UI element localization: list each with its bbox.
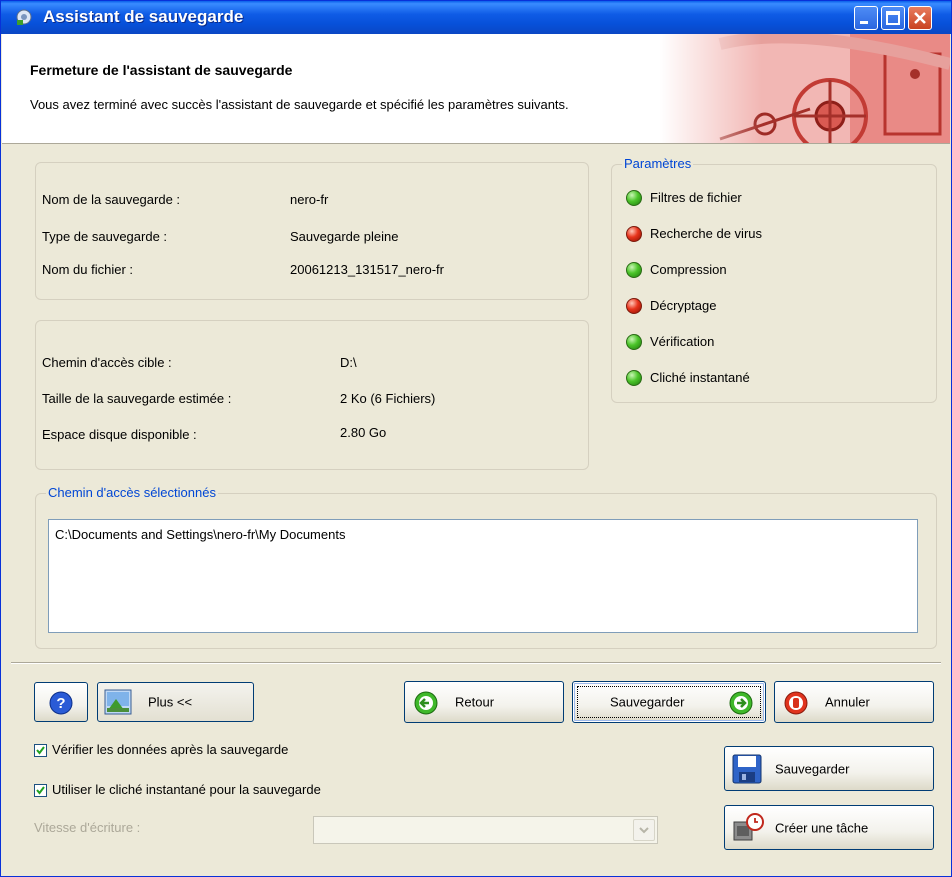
more-button[interactable]: Plus << xyxy=(97,682,254,722)
selected-path-item[interactable]: C:\Documents and Settings\nero-fr\My Doc… xyxy=(55,527,345,542)
close-icon xyxy=(914,12,926,24)
window-title: Assistant de sauvegarde xyxy=(43,7,244,26)
backup-type-value: Sauvegarde pleine xyxy=(290,229,399,244)
create-task-label: Créer une tâche xyxy=(775,820,869,835)
help-icon: ? xyxy=(49,691,73,715)
parameters-legend: Paramètres xyxy=(622,156,694,171)
target-path-value: D:\ xyxy=(340,355,357,370)
param-label: Filtres de fichier xyxy=(650,190,742,205)
page-title: Fermeture de l'assistant de sauvegarde xyxy=(30,62,293,78)
verify-checkbox-label[interactable]: Vérifier les données après la sauvegarde xyxy=(52,742,288,757)
snapshot-checkbox[interactable] xyxy=(34,784,47,797)
param-label: Recherche de virus xyxy=(650,226,762,241)
app-icon xyxy=(16,9,32,25)
param-label: Décryptage xyxy=(650,298,717,313)
svg-text:?: ? xyxy=(56,695,65,712)
create-task-button[interactable]: Créer une tâche xyxy=(724,805,934,850)
verify-checkbox[interactable] xyxy=(34,744,47,757)
backup-name-label: Nom de la sauvegarde : xyxy=(42,192,181,207)
checkmark-icon xyxy=(36,786,45,795)
cancel-button-label: Annuler xyxy=(825,694,870,710)
status-green-icon xyxy=(626,262,642,278)
status-red-icon xyxy=(626,226,642,242)
footer-separator xyxy=(11,662,941,664)
write-speed-select[interactable] xyxy=(313,816,658,844)
maximize-icon xyxy=(886,11,900,25)
cancel-button[interactable]: Annuler xyxy=(774,681,934,723)
help-button[interactable]: ? xyxy=(34,682,88,722)
disk-space-label: Espace disque disponible : xyxy=(42,427,197,442)
back-button[interactable]: Retour xyxy=(404,681,564,723)
param-label: Compression xyxy=(650,262,727,277)
estimated-size-label: Taille de la sauvegarde estimée : xyxy=(42,391,232,406)
vault-banner-image xyxy=(660,34,950,143)
file-name-label: Nom du fichier : xyxy=(42,262,134,277)
status-green-icon xyxy=(626,334,642,350)
wizard-header: Fermeture de l'assistant de sauvegarde V… xyxy=(2,34,950,144)
close-button[interactable] xyxy=(908,6,932,30)
param-label: Vérification xyxy=(650,334,715,349)
estimated-size-value: 2 Ko (6 Fichiers) xyxy=(340,391,436,406)
selected-paths-legend: Chemin d'accès sélectionnés xyxy=(46,485,218,500)
backup-type-label: Type de sauvegarde : xyxy=(42,229,168,244)
minimize-icon xyxy=(860,21,868,24)
target-path-label: Chemin d'accès cible : xyxy=(42,355,172,370)
arrow-left-icon xyxy=(414,691,438,715)
more-options-icon xyxy=(104,689,132,715)
disk-space-value: 2.80 Go xyxy=(340,425,387,440)
scheduled-task-icon xyxy=(733,813,764,841)
write-speed-label: Vitesse d'écriture : xyxy=(34,820,141,835)
checkmark-icon xyxy=(36,746,45,755)
parameters-group: Paramètres Filtres de fichier Recherche … xyxy=(611,156,937,403)
status-green-icon xyxy=(626,190,642,206)
backup-wizard-window: Assistant de sauvegarde Fermeture de l'a… xyxy=(0,0,952,877)
param-label: Cliché instantané xyxy=(650,370,750,385)
floppy-disk-icon xyxy=(732,754,762,784)
target-group: Chemin d'accès cible : D:\ Taille de la … xyxy=(35,320,589,470)
more-button-label: Plus << xyxy=(148,694,193,710)
arrow-right-icon xyxy=(729,691,753,715)
save-settings-label: Sauvegarder xyxy=(775,761,850,776)
stop-hand-icon xyxy=(784,691,808,715)
backup-name-value: nero-fr xyxy=(290,192,329,207)
status-green-icon xyxy=(626,370,642,386)
save-button[interactable]: Sauvegarder xyxy=(572,681,766,723)
page-description: Vous avez terminé avec succès l'assistan… xyxy=(30,97,569,112)
back-button-label: Retour xyxy=(455,694,495,710)
snapshot-checkbox-label[interactable]: Utiliser le cliché instantané pour la sa… xyxy=(52,782,321,797)
status-red-icon xyxy=(626,298,642,314)
title-bar[interactable]: Assistant de sauvegarde xyxy=(1,1,951,34)
chevron-down-icon xyxy=(639,827,649,834)
maximize-button[interactable] xyxy=(881,6,905,30)
dropdown-arrow[interactable] xyxy=(633,819,655,841)
minimize-button[interactable] xyxy=(854,6,878,30)
summary-group: Nom de la sauvegarde : nero-fr Type de s… xyxy=(35,162,589,300)
save-button-label: Sauvegarder xyxy=(610,694,685,710)
save-settings-button[interactable]: Sauvegarder xyxy=(724,746,934,791)
file-name-value: 20061213_131517_nero-fr xyxy=(290,262,444,277)
selected-paths-list[interactable]: C:\Documents and Settings\nero-fr\My Doc… xyxy=(48,519,918,633)
